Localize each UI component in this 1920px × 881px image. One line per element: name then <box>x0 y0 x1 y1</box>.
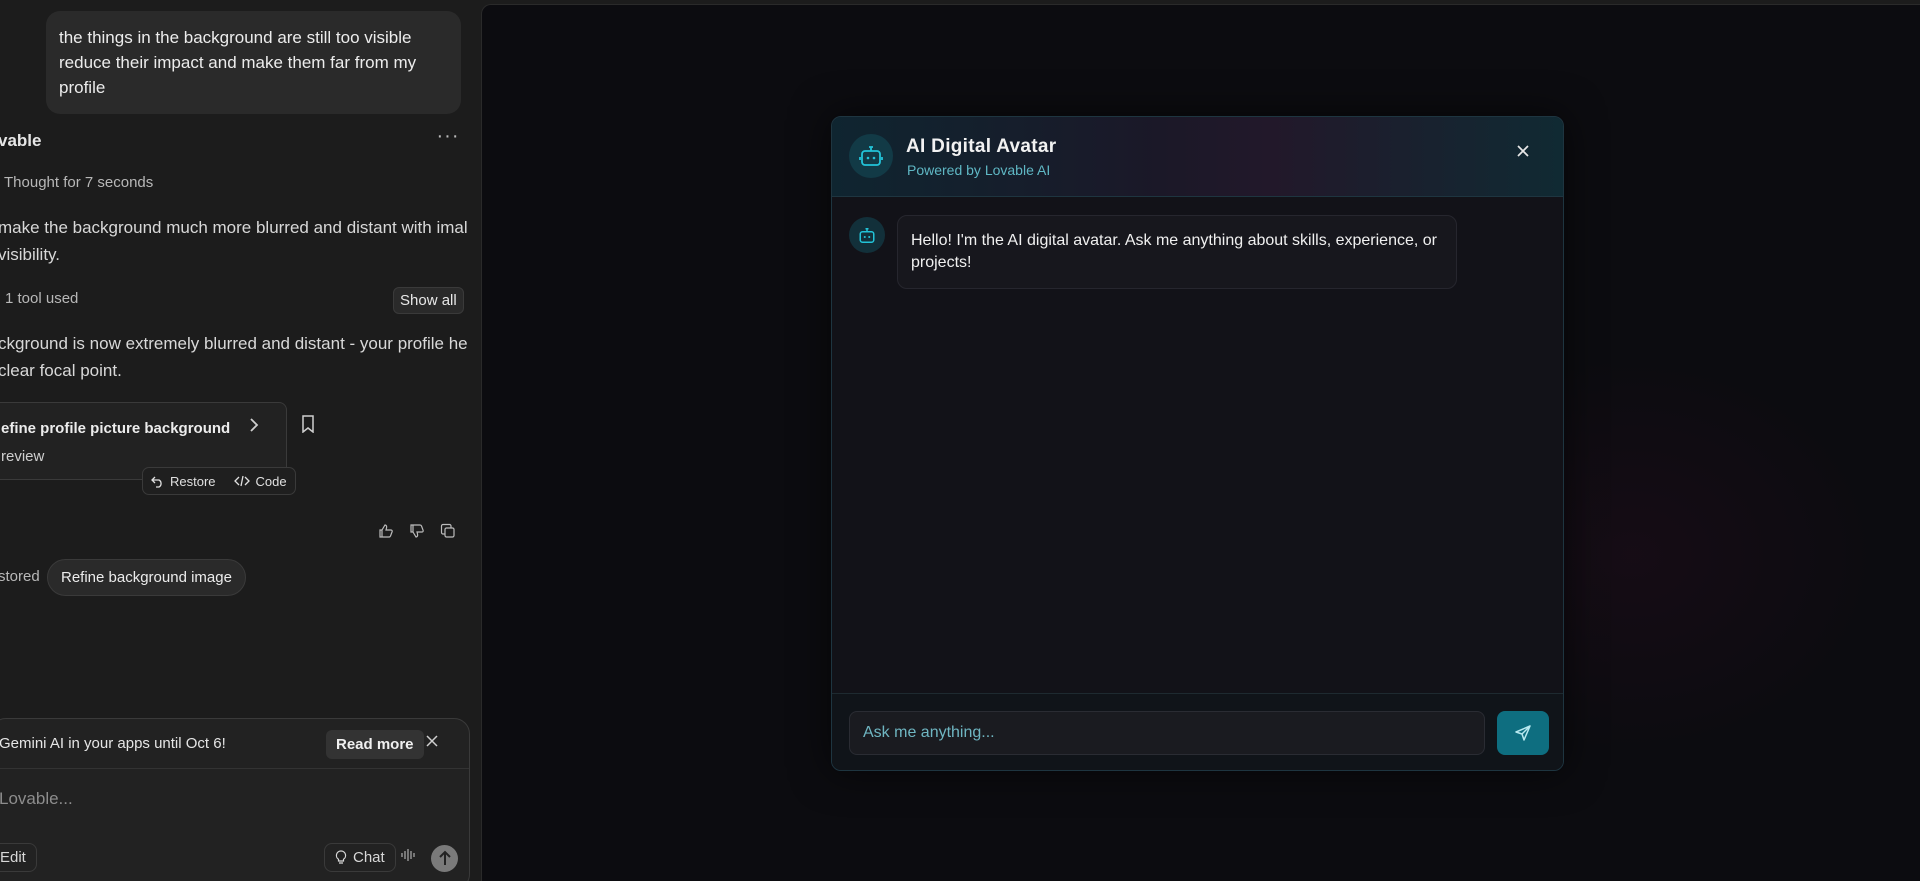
thumbs-down-icon[interactable] <box>409 523 427 541</box>
code-button[interactable]: Code <box>233 473 287 489</box>
avatar-chat-modal: AI Digital Avatar Powered by Lovable AI … <box>831 116 1564 771</box>
voice-icon[interactable] <box>396 846 420 870</box>
bot-icon <box>849 217 885 253</box>
send-icon <box>1515 725 1531 741</box>
chat-label: Chat <box>353 849 385 866</box>
code-label: Code <box>255 473 287 489</box>
more-options-icon[interactable]: ··· <box>436 126 460 152</box>
send-button[interactable] <box>431 845 458 872</box>
code-icon <box>233 475 250 487</box>
user-message: the things in the background are still t… <box>46 11 461 114</box>
message-input[interactable]: Lovable... <box>0 789 73 809</box>
agent-response-2: ckground is now extremely blurred and di… <box>0 334 468 380</box>
copy-icon[interactable] <box>440 523 458 541</box>
preview-pane: AI Digital Avatar Powered by Lovable AI … <box>481 4 1920 881</box>
chat-mode-button[interactable]: Chat <box>324 843 396 872</box>
edit-label: Edit <box>0 849 26 866</box>
send-button[interactable] <box>1497 711 1549 755</box>
suggestion-chip[interactable]: Refine background image <box>47 559 246 596</box>
ask-input[interactable]: Ask me anything... <box>849 711 1485 755</box>
close-icon[interactable] <box>425 732 439 753</box>
show-all-button[interactable]: Show all <box>393 287 464 314</box>
version-subtitle: review <box>1 448 45 465</box>
restore-button[interactable]: Restore <box>151 474 216 489</box>
edit-button[interactable]: Edit <box>0 843 37 872</box>
restored-label: stored <box>0 568 40 585</box>
version-title: efine profile picture background <box>1 420 231 437</box>
promo-notice: Gemini AI in your apps until Oct 6! Read… <box>0 719 469 769</box>
app-root: the things in the background are still t… <box>0 0 1920 881</box>
thought-duration[interactable]: Thought for 7 seconds <box>4 174 153 191</box>
read-more-button[interactable]: Read more <box>326 730 424 759</box>
modal-header: AI Digital Avatar Powered by Lovable AI <box>832 117 1563 197</box>
agent-name: vable <box>0 131 42 150</box>
modal-subtitle: Powered by Lovable AI <box>907 162 1051 178</box>
chat-panel: the things in the background are still t… <box>0 0 480 881</box>
bot-message: Hello! I'm the AI digital avatar. Ask me… <box>897 215 1457 289</box>
tools-used-label: 1 tool used <box>5 290 79 307</box>
close-icon[interactable] <box>1516 144 1536 164</box>
version-actions: Restore Code <box>142 467 296 495</box>
notice-text: Gemini AI in your apps until Oct 6! <box>0 735 226 752</box>
bookmark-icon[interactable] <box>300 415 318 435</box>
modal-title: AI Digital Avatar <box>906 136 1057 157</box>
lightbulb-icon <box>335 850 347 864</box>
thumbs-up-icon[interactable] <box>378 523 396 541</box>
undo-icon <box>151 476 162 488</box>
bot-icon <box>849 134 893 178</box>
agent-response-1: make the background much more blurred an… <box>0 218 468 264</box>
composer: Gemini AI in your apps until Oct 6! Read… <box>0 718 470 881</box>
modal-footer: Ask me anything... <box>832 693 1563 770</box>
chevron-right-icon <box>248 417 260 437</box>
restore-label: Restore <box>170 473 216 489</box>
arrow-up-icon <box>438 850 451 865</box>
